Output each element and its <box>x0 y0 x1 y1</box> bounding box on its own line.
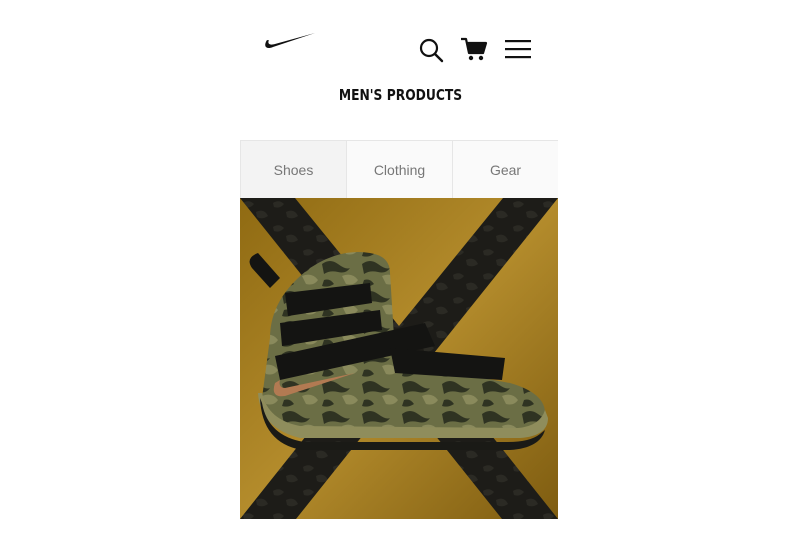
search-icon[interactable] <box>418 37 444 63</box>
nike-logo-icon[interactable] <box>263 29 317 53</box>
tab-shoes[interactable]: Shoes <box>240 141 347 198</box>
hero-product-image[interactable] <box>240 198 558 519</box>
category-tabs: Shoes Clothing Gear <box>240 140 558 198</box>
tab-clothing[interactable]: Clothing <box>347 141 453 198</box>
tab-gear[interactable]: Gear <box>453 141 558 198</box>
cart-icon[interactable] <box>460 36 488 62</box>
hamburger-menu-icon[interactable] <box>504 37 532 61</box>
page-title: MEN'S PRODUCTS <box>338 86 463 104</box>
